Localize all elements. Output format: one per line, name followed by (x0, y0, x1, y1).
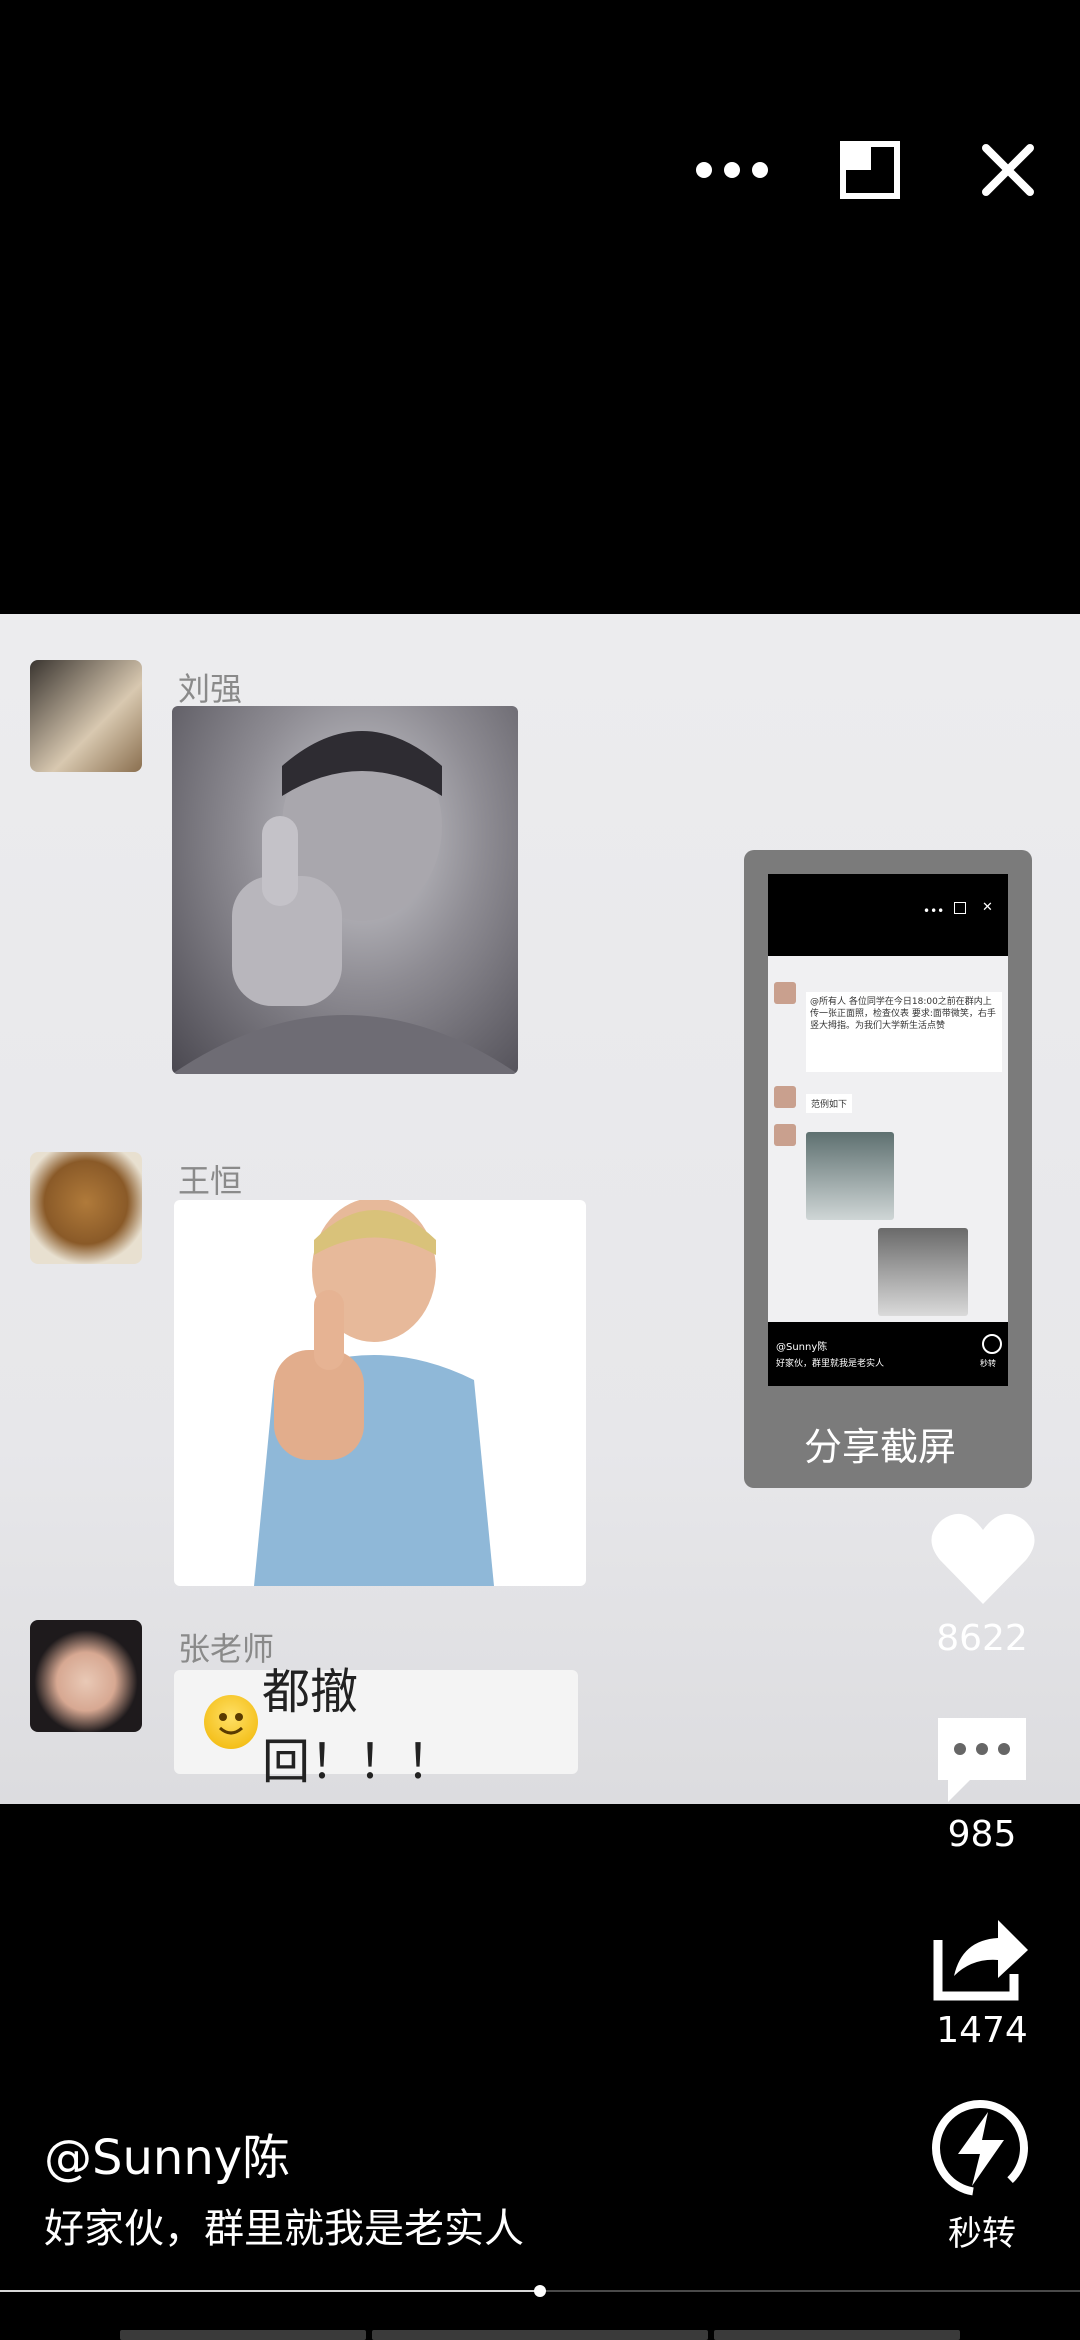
more-dots-icon: ••• (923, 904, 945, 918)
bottom-tab-segment (120, 2330, 366, 2340)
video-caption: 好家伙，群里就我是老实人 (44, 2206, 524, 2252)
share-button[interactable] (932, 1910, 1032, 2002)
sender-name: 王恒 (178, 1162, 243, 1200)
photo-thumbs-up-1 (172, 706, 518, 1074)
like-button[interactable] (928, 1510, 1038, 1610)
bottom-tab-segment (372, 2330, 708, 2340)
smile-emoji-icon (204, 1695, 258, 1749)
inner-badge: 秒转 (980, 1359, 996, 1368)
comment-icon (938, 1718, 1026, 1802)
sender-name: 张老师 (178, 1630, 275, 1668)
close-icon: ✕ (982, 900, 993, 915)
bottom-tab-segment (714, 2330, 960, 2340)
share-icon (933, 1920, 1028, 2001)
quick-forward-button[interactable] (930, 2098, 1030, 2198)
close-button[interactable] (968, 140, 1048, 200)
message-bubble: 都撤回！！！ (174, 1664, 578, 1790)
avatar (30, 660, 142, 772)
inner-caption: 好家伙，群里就我是老实人 (776, 1359, 885, 1369)
lightning-circle-icon (932, 2100, 1028, 2196)
more-dots-icon (696, 162, 768, 178)
inner-message: 范例如下 (806, 1094, 853, 1113)
comment-count: 985 (947, 1814, 1017, 1855)
progress-fill (0, 2290, 540, 2292)
window-icon (954, 902, 966, 914)
close-icon (982, 144, 1034, 196)
progress-knob[interactable] (534, 2285, 546, 2297)
author-name[interactable]: @Sunny陈 (44, 2118, 290, 2188)
heart-icon (931, 1513, 1035, 1604)
more-button[interactable] (692, 140, 772, 200)
inner-message: @所有人 各位同学在今日18:00之前在群内上传一张正面照，检查仪表 要求:面带… (806, 992, 1002, 1072)
pip-button[interactable] (830, 140, 910, 200)
screenshot-preview: ••• ✕ @所有人 各位同学在今日18:00之前在群内上传一张正面照，检查仪表… (768, 874, 1008, 1386)
window-icon (840, 141, 900, 199)
message-text: 都撤回！！！ (262, 1664, 455, 1790)
sender-name: 刘强 (178, 670, 243, 708)
like-count: 8622 (936, 1618, 1028, 1659)
photo-thumbs-up-2 (174, 1200, 586, 1586)
share-screenshot-label: 分享截屏 (804, 1425, 957, 1469)
avatar (30, 1620, 142, 1732)
comment-button[interactable] (934, 1712, 1030, 1808)
inner-author: @Sunny陈 (776, 1342, 828, 1353)
lightning-icon (982, 1334, 1002, 1354)
avatar (30, 1152, 142, 1264)
share-count: 1474 (936, 2010, 1028, 2051)
quick-forward-label: 秒转 (948, 2214, 1016, 2254)
share-screenshot-card[interactable]: ••• ✕ @所有人 各位同学在今日18:00之前在群内上传一张正面照，检查仪表… (744, 850, 1032, 1488)
